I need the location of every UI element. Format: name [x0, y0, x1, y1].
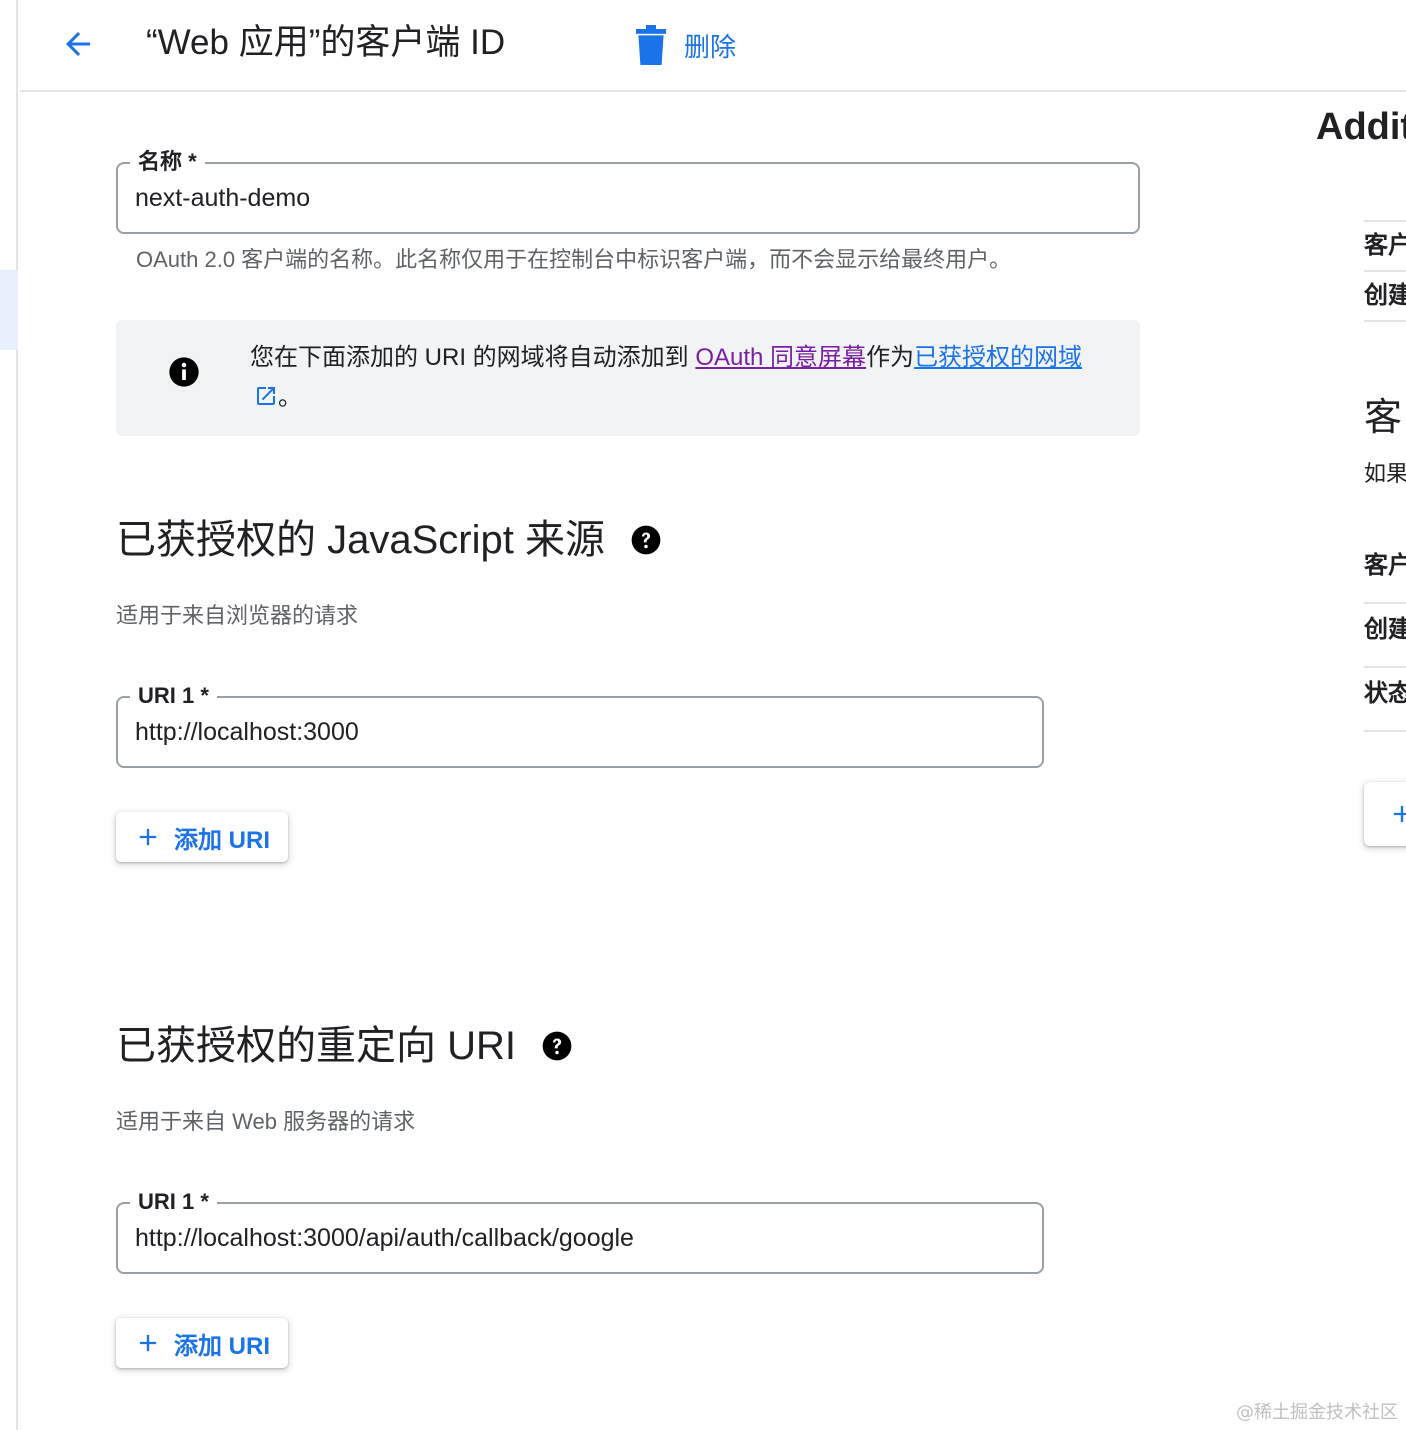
plus-icon — [139, 828, 157, 846]
right-panel-row-client: 客户 — [1364, 222, 1406, 272]
open-in-new-icon — [257, 387, 275, 405]
js-origin-uri-field[interactable]: URI 1 * http://localhost:3000 — [116, 681, 1044, 768]
trash-icon — [636, 25, 666, 65]
right-panel-row-created: 创建 — [1364, 272, 1406, 322]
additional-info-title: Addit — [1316, 106, 1406, 148]
info-text-before: 您在下面添加的 URI 的网域将自动添加到 — [250, 344, 696, 371]
left-nav-rail — [0, 0, 18, 1430]
arrow-back-icon — [66, 32, 90, 56]
plus-icon — [139, 1334, 157, 1352]
js-origins-title-text: 已获授权的 JavaScript 来源 — [116, 518, 605, 562]
redirect-uri-value[interactable]: http://localhost:3000/api/auth/callback/… — [135, 1204, 634, 1272]
redirect-uris-description: 适用于来自 Web 服务器的请求 — [116, 1109, 416, 1134]
redirect-uris-title: 已获授权的重定向 URI — [116, 1020, 572, 1072]
watermark: @稀土掘金技术社区 — [1236, 1402, 1398, 1423]
right-panel-top-rows: 客户 创建 — [1364, 220, 1406, 322]
info-banner: 您在下面添加的 URI 的网域将自动添加到 OAuth 同意屏幕作为已获授权的网… — [116, 320, 1140, 436]
info-text-mid: 作为 — [866, 344, 915, 371]
js-origins-description: 适用于来自浏览器的请求 — [116, 603, 359, 628]
right-panel-row-status: 状态 — [1364, 668, 1406, 732]
oauth-consent-link[interactable]: OAuth 同意屏幕 — [695, 344, 866, 371]
right-panel-section-desc: 如果 — [1364, 461, 1406, 486]
add-js-origin-button[interactable]: 添加 URI — [116, 812, 288, 862]
page-header: “Web 应用”的客户端 ID 删除 — [20, 0, 1406, 92]
authorized-domains-link-text: 已获授权的网域 — [914, 344, 1083, 371]
name-field[interactable]: 名称 * next-auth-demo — [116, 147, 1140, 234]
delete-button[interactable]: 删除 — [636, 22, 736, 68]
help-icon[interactable] — [542, 1031, 572, 1061]
right-panel-row-created-2: 创建 — [1364, 604, 1406, 668]
add-redirect-uri-button[interactable]: 添加 URI — [116, 1318, 288, 1368]
help-icon[interactable] — [631, 525, 661, 555]
add-js-origin-label: 添加 URI — [174, 826, 270, 854]
right-panel-row-client-2: 客户 — [1364, 540, 1406, 604]
name-field-value[interactable]: next-auth-demo — [135, 164, 310, 232]
add-redirect-uri-label: 添加 URI — [174, 1332, 270, 1360]
left-nav-active-indicator — [0, 270, 18, 350]
js-origin-uri-value[interactable]: http://localhost:3000 — [135, 698, 359, 766]
info-text-after: 。 — [278, 384, 302, 411]
delete-label: 删除 — [684, 31, 737, 62]
back-button[interactable] — [56, 22, 100, 66]
right-panel-bottom-rows: 客户 创建 状态 — [1364, 540, 1406, 732]
info-icon — [169, 357, 199, 387]
redirect-uri-field[interactable]: URI 1 * http://localhost:3000/api/auth/c… — [116, 1187, 1044, 1274]
plus-icon — [1393, 805, 1406, 823]
right-panel-add-button[interactable] — [1364, 782, 1406, 846]
right-panel-section-title: 客 — [1364, 397, 1403, 439]
info-text: 您在下面添加的 URI 的网域将自动添加到 OAuth 同意屏幕作为已获授权的网… — [250, 338, 1110, 418]
page-title: “Web 应用”的客户端 ID — [146, 23, 506, 62]
name-field-hint: OAuth 2.0 客户端的名称。此名称仅用于在控制台中标识客户端，而不会显示给… — [136, 247, 1012, 272]
redirect-uris-title-text: 已获授权的重定向 URI — [116, 1024, 516, 1068]
js-origins-title: 已获授权的 JavaScript 来源 — [116, 514, 661, 566]
